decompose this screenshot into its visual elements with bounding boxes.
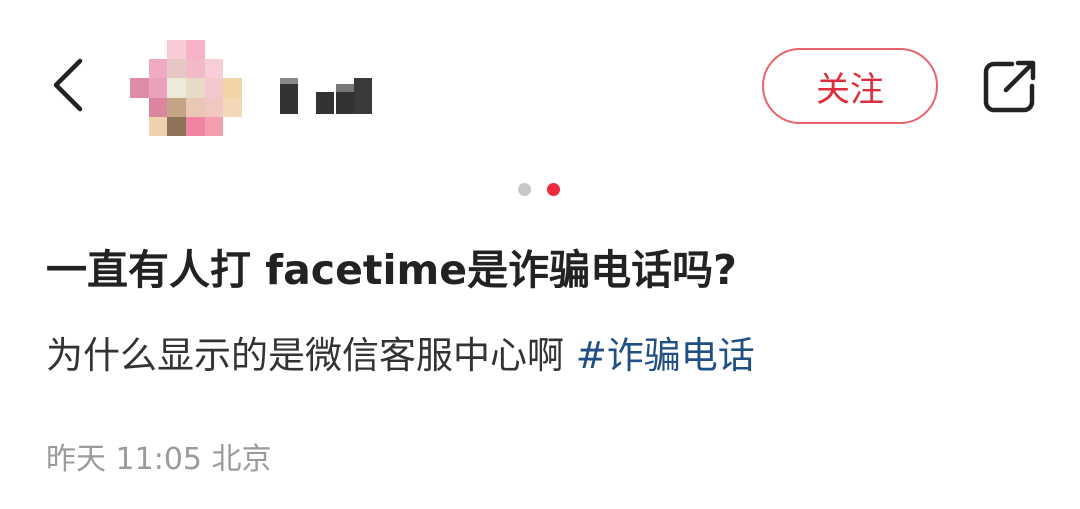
follow-button[interactable]: 关注 [762, 48, 938, 124]
post-time: 昨天 11:05 [46, 442, 202, 477]
post-meta: 昨天 11:05 北京 [46, 438, 272, 482]
hashtag-link[interactable]: #诈骗电话 [576, 334, 755, 377]
carousel-dot-2-active[interactable] [547, 183, 560, 196]
carousel-dot-1[interactable] [518, 183, 531, 196]
username-masked[interactable] [280, 78, 380, 116]
back-button[interactable] [44, 55, 94, 115]
carousel-indicator [518, 183, 560, 197]
share-icon [983, 60, 1036, 113]
share-button[interactable] [980, 56, 1040, 116]
avatar[interactable] [130, 40, 242, 136]
follow-button-label: 关注 [816, 69, 884, 110]
post-body: 为什么显示的是微信客服中心啊 #诈骗电话 [46, 328, 755, 384]
post-body-text: 为什么显示的是微信客服中心啊 [46, 334, 576, 377]
top-nav-bar: 关注 [0, 0, 1080, 170]
post-location: 北京 [211, 442, 272, 477]
chevron-left-icon [53, 58, 83, 112]
post-title: 一直有人打 facetime是诈骗电话吗? [46, 246, 737, 294]
